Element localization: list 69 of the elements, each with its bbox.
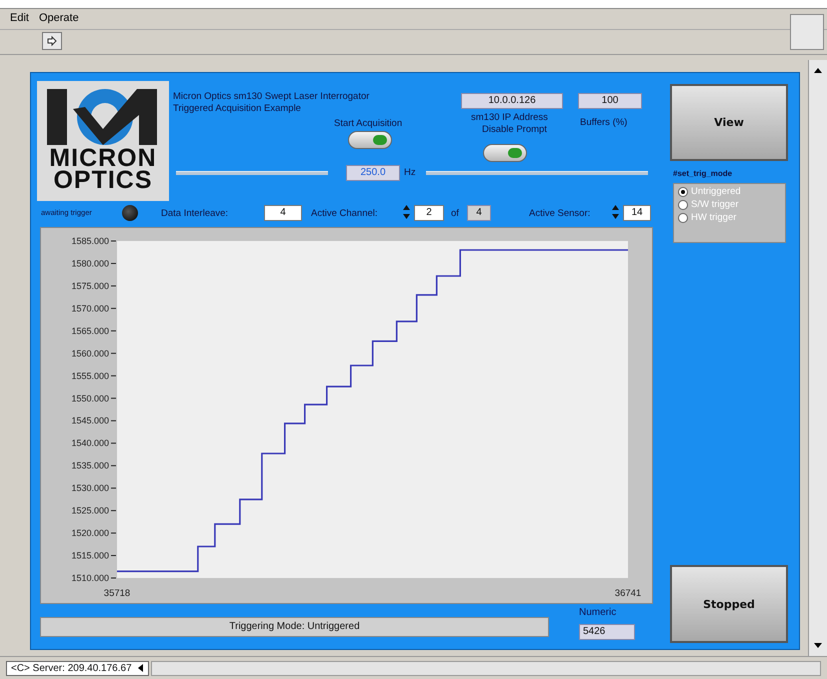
y-tick-label: 1515.000 xyxy=(71,550,109,561)
control-label: of xyxy=(451,208,459,219)
sensor-field[interactable]: 14 xyxy=(623,205,651,221)
arrow-icon xyxy=(46,35,58,47)
control-label: Active Channel: xyxy=(311,208,378,219)
y-tick-label: 1540.000 xyxy=(71,438,109,448)
y-tick: 1555.000 xyxy=(71,370,116,381)
buffers-field[interactable]: 100 xyxy=(578,93,642,109)
y-tick-label: 1585.000 xyxy=(71,236,109,246)
y-tick: 1515.000 xyxy=(71,550,116,561)
control-label: Data Interleave: xyxy=(161,208,228,219)
y-tick-label: 1520.000 xyxy=(71,528,109,538)
y-tick-label: 1510.000 xyxy=(71,573,109,583)
control-label: Active Sensor: xyxy=(529,208,590,219)
y-tick: 1580.000 xyxy=(71,258,116,268)
y-tick-label: 1525.000 xyxy=(71,506,109,516)
company-logo: MICRON OPTICS xyxy=(37,81,169,201)
total-field: 4 xyxy=(467,205,491,221)
y-tick: 1575.000 xyxy=(71,280,116,291)
y-tick-label: 1530.000 xyxy=(71,483,109,494)
rate-field[interactable]: 250.0 xyxy=(346,165,400,181)
y-tick-label: 1575.000 xyxy=(71,280,109,291)
vertical-scrollbar[interactable] xyxy=(808,60,827,656)
unit-label: Hz xyxy=(404,167,416,178)
y-tick: 1550.000 xyxy=(71,393,116,404)
ip-address-field[interactable]: 10.0.0.126 xyxy=(461,93,563,109)
spinner-icon[interactable] xyxy=(403,205,410,219)
y-tick-label: 1555.000 xyxy=(71,370,109,381)
control-label: Start Acquisition xyxy=(334,118,402,129)
y-tick-label: 1550.000 xyxy=(71,393,109,404)
x-tick-label: 36741 xyxy=(614,588,642,599)
y-tick-label: 1580.000 xyxy=(71,258,109,268)
panel-title: Micron Optics sm130 Swept Laser Interrogator Triggered Acquisition Example xyxy=(173,91,370,115)
channel-field[interactable]: 2 xyxy=(414,205,444,221)
y-tick: 1535.000 xyxy=(71,460,116,471)
control-label: sm130 IP Address xyxy=(471,112,548,123)
numeric-field: 5426 xyxy=(579,624,635,640)
control-label: Disable Prompt xyxy=(482,124,547,135)
y-tick-label: 1570.000 xyxy=(71,303,109,314)
y-tick-label: 1565.000 xyxy=(71,326,109,336)
spinner-icon[interactable] xyxy=(612,205,619,219)
y-tick: 1530.000 xyxy=(71,483,116,494)
menu-item[interactable]: Operate xyxy=(38,12,79,26)
menu-item[interactable]: Edit xyxy=(10,12,29,26)
y-tick-label: 1560.000 xyxy=(71,348,109,358)
y-tick: 1540.000 xyxy=(71,438,116,448)
status-message: Triggering Mode: Untriggered xyxy=(40,617,549,637)
control-label: Buffers (%) xyxy=(580,117,628,128)
y-tick: 1565.000 xyxy=(71,326,116,336)
y-tick: 1545.000 xyxy=(71,416,116,426)
toggle-switch[interactable] xyxy=(483,144,527,162)
toggle-switch[interactable] xyxy=(348,131,392,149)
y-tick-label: 1535.000 xyxy=(71,460,109,471)
y-tick: 1520.000 xyxy=(71,528,116,538)
view-button[interactable]: View xyxy=(670,84,788,161)
run-button[interactable] xyxy=(42,32,62,50)
control-label: Numeric xyxy=(579,607,616,618)
y-tick: 1560.000 xyxy=(71,348,116,358)
interleave-field[interactable]: 4 xyxy=(264,205,302,221)
y-tick: 1585.000 xyxy=(71,236,116,246)
y-tick: 1525.000 xyxy=(71,506,116,516)
y-tick-label: 1545.000 xyxy=(71,416,109,426)
y-tick: 1510.000 xyxy=(71,573,116,583)
y-tick: 1570.000 xyxy=(71,303,116,314)
control-label: #set_trig_mode xyxy=(673,169,732,178)
server-indicator[interactable]: <C> Server: 209.40.176.67 xyxy=(6,660,149,676)
horizontal-scrollbar[interactable] xyxy=(150,660,821,676)
stopped-button[interactable]: Stopped xyxy=(670,565,788,643)
x-tick-label: 35718 xyxy=(104,588,130,599)
